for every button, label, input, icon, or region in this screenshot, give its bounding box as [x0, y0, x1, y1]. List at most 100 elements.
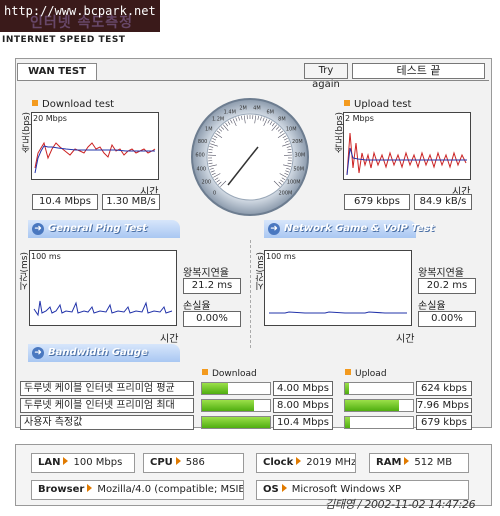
- clock-value: 2019 MHz: [306, 457, 356, 468]
- bw-upload-fill: [345, 383, 350, 394]
- signature: 김태영 / 2002-11-02 14:47:26: [325, 498, 476, 511]
- upload-title: Upload test: [344, 99, 411, 110]
- game-loss-value: 0.00%: [418, 311, 476, 327]
- bullet-icon: [344, 100, 350, 106]
- triangle-right-icon: [281, 484, 287, 492]
- tab-label: Network Game & VoIP Test: [284, 223, 435, 234]
- tab-general-ping-test[interactable]: ➜ General Ping Test: [28, 220, 180, 238]
- gauge-tick-label: 4M: [253, 106, 261, 112]
- triangle-right-icon: [63, 457, 69, 465]
- triangle-right-icon: [87, 484, 93, 492]
- lan-label: LAN: [38, 457, 61, 468]
- bw-download-bar: [201, 416, 271, 429]
- bw-download-header: Download: [202, 369, 257, 379]
- page-subtitle: INTERNET SPEED TEST: [2, 35, 126, 45]
- gauge-tick-label: 800: [198, 139, 208, 145]
- os-value: Microsoft Windows XP: [291, 484, 402, 495]
- ram-value: 512 MB: [414, 457, 453, 468]
- bw-row-label: 두루넷 케이블 인터넷 프리미엄 평균: [20, 381, 194, 396]
- bw-upload-bar: [344, 399, 414, 412]
- bw-download-fill: [202, 383, 228, 394]
- gauge-tick-label: 1.2M: [212, 117, 224, 123]
- arrow-right-icon: ➜: [32, 223, 44, 235]
- game-rtt-label: 왕복지연율: [418, 268, 464, 279]
- download-speed-mbps: 10.4 Mbps: [32, 194, 98, 210]
- ping-xlabel: 시간: [160, 334, 179, 345]
- upload-title-text: Upload test: [354, 99, 412, 110]
- site-url: http://www.bcpark.net: [4, 4, 156, 18]
- gauge-tick-label: 10M: [286, 127, 297, 133]
- gauge-tick-label: 1.4M: [224, 109, 236, 115]
- ping-chart: 100 ms: [29, 250, 177, 326]
- bw-upload-value: 7.96 Mbps: [416, 398, 472, 413]
- bw-upload-value: 679 kbps: [416, 415, 472, 430]
- gauge-tick-label: 50M: [293, 166, 304, 172]
- gauge-tick-label: 100M: [287, 179, 301, 185]
- bw-upload-fill: [345, 400, 400, 411]
- bw-download-bar: [201, 382, 271, 395]
- triangle-right-icon: [296, 457, 302, 465]
- arrow-right-icon: ➜: [32, 347, 44, 359]
- ping-rtt-label: 왕복지연율: [183, 268, 229, 279]
- arrow-right-icon: ➜: [268, 223, 280, 235]
- gauge-tick-label: 30M: [295, 153, 306, 159]
- status-field: 테스트 끝: [352, 63, 485, 79]
- download-title: Download test: [32, 99, 114, 110]
- upload-speed-kbs: 84.9 kB/s: [414, 194, 472, 210]
- download-chart: 20 Mbps: [31, 112, 159, 180]
- gauge-tick-label: 0: [213, 190, 216, 196]
- bw-upload-fill: [345, 417, 350, 428]
- bw-upload-value: 624 kbps: [416, 381, 472, 396]
- bullet-icon: [202, 369, 208, 375]
- triangle-right-icon: [404, 457, 410, 465]
- cpu-label: CPU: [150, 457, 173, 468]
- tab-bandwidth-gauge[interactable]: ➜ Bandwidth Gauge: [28, 344, 180, 362]
- tab-network-game-voip[interactable]: ➜ Network Game & VoIP Test: [264, 220, 434, 238]
- gauge-tick-label: 1M: [205, 127, 213, 133]
- clock-info: Clock 2019 MHz: [256, 453, 356, 473]
- ram-label: RAM: [376, 457, 402, 468]
- bw-upload-bar: [344, 382, 414, 395]
- ping-loss-value: 0.00%: [183, 311, 241, 327]
- tab-label: Bandwidth Gauge: [48, 347, 148, 358]
- download-title-text: Download test: [42, 99, 115, 110]
- section-divider: [250, 240, 251, 348]
- tab-label: General Ping Test: [48, 223, 148, 234]
- gauge-tick-label: 400: [197, 166, 207, 172]
- gauge-tick-label: 6M: [266, 109, 274, 115]
- game-line: [269, 311, 407, 314]
- ram-info: RAM 512 MB: [369, 453, 469, 473]
- ping-loss-label: 손실율: [183, 301, 211, 312]
- gauge-tick-label: 600: [195, 153, 205, 159]
- game-xlabel: 시간: [396, 334, 415, 345]
- tab-wan-test[interactable]: WAN TEST: [17, 63, 97, 80]
- game-rtt-value: 20.2 ms: [418, 278, 476, 294]
- os-label: OS: [263, 484, 279, 495]
- browser-label: Browser: [38, 484, 85, 495]
- bw-download-value: 10.4 Mbps: [273, 415, 333, 430]
- bw-row-label: 사용자 측정값: [20, 415, 194, 430]
- lan-info: LAN 100 Mbps: [31, 453, 135, 473]
- bw-download-fill: [202, 417, 270, 428]
- clock-label: Clock: [263, 457, 294, 468]
- ping-line: [33, 300, 173, 317]
- lan-value: 100 Mbps: [73, 457, 123, 468]
- bw-download-header-text: Download: [212, 369, 257, 379]
- triangle-right-icon: [175, 457, 181, 465]
- bw-download-value: 8.00 Mbps: [273, 398, 333, 413]
- bullet-icon: [32, 100, 38, 106]
- browser-info: Browser Mozilla/4.0 (compatible; MSIE 6.0: [31, 480, 244, 500]
- gauge-tick-label: 200: [202, 179, 212, 185]
- game-loss-label: 손실율: [418, 301, 446, 312]
- gauge-tick-label: 200M: [278, 190, 292, 196]
- download-lines: [34, 141, 156, 174]
- game-chart: 100 ms: [264, 250, 412, 326]
- bw-upload-header: Upload: [345, 369, 387, 379]
- upload-speed-kbps: 679 kbps: [344, 194, 410, 210]
- cpu-value: 586: [185, 457, 205, 468]
- speed-gauge: 0200 400 600 800 1M 1.2M1.4M2M 4M 6M 8M10M 20M 30M…: [191, 98, 309, 216]
- try-again-button[interactable]: Try again: [304, 63, 348, 90]
- gauge-tick-label: 2M: [239, 106, 247, 112]
- bw-upload-bar: [344, 416, 414, 429]
- bw-download-bar: [201, 399, 271, 412]
